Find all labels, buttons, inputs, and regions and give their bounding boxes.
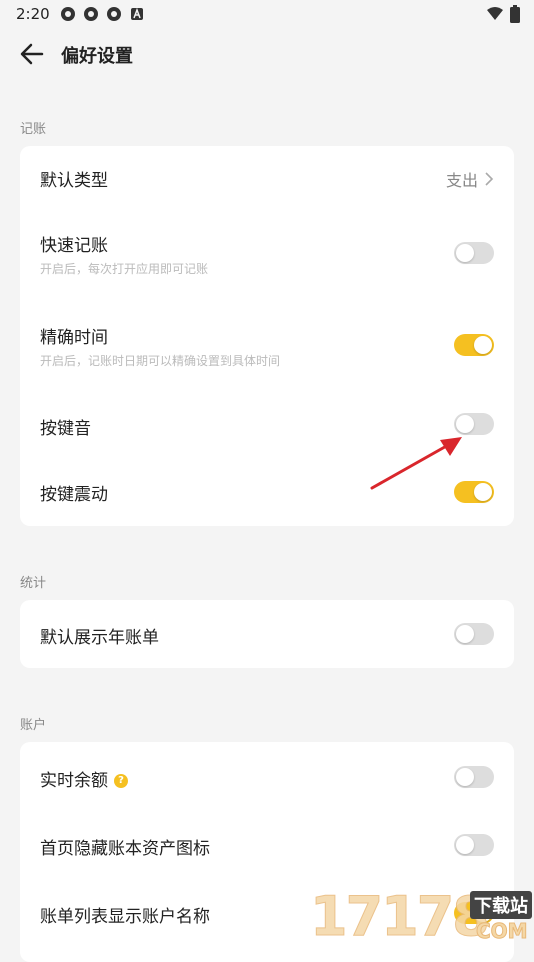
row-title: 账单列表显示账户名称 bbox=[40, 907, 210, 927]
statistics-card: 默认展示年账单 bbox=[20, 600, 514, 668]
toggle-knob bbox=[474, 336, 492, 354]
precise-time-toggle[interactable] bbox=[454, 334, 494, 356]
watermark-number: 17178 bbox=[310, 885, 491, 949]
hide-asset-icon-toggle[interactable] bbox=[454, 834, 494, 856]
status-bar: 2:20 bbox=[0, 0, 534, 28]
chevron-right-icon bbox=[485, 172, 494, 186]
realtime-balance-label: 实时余额 bbox=[40, 771, 108, 791]
realtime-balance-row: 实时余额? bbox=[20, 742, 514, 810]
row-title: 按键音 bbox=[40, 419, 91, 439]
section-label-statistics: 统计 bbox=[20, 576, 47, 591]
page-title: 偏好设置 bbox=[61, 46, 133, 67]
realtime-balance-toggle[interactable] bbox=[454, 766, 494, 788]
row-title: 快速记账 bbox=[40, 236, 108, 256]
quick-record-row: 快速记账 开启后，每次打开应用即可记账 bbox=[20, 208, 514, 300]
battery-icon bbox=[510, 5, 520, 23]
row-subtitle: 开启后，每次打开应用即可记账 bbox=[40, 262, 209, 276]
row-title: 精确时间 bbox=[40, 328, 108, 348]
default-type-value: 支出 bbox=[446, 167, 494, 191]
app-a-icon bbox=[131, 7, 143, 20]
toggle-knob bbox=[474, 483, 492, 501]
toggle-knob bbox=[456, 836, 474, 854]
row-title: 按键震动 bbox=[40, 485, 108, 505]
notification-icon bbox=[84, 7, 98, 21]
status-time: 2:20 bbox=[16, 5, 50, 23]
annotation-arrow bbox=[370, 437, 462, 490]
section-label-bookkeeping: 记账 bbox=[20, 122, 47, 137]
toggle-knob bbox=[456, 244, 474, 262]
app-bar: 偏好设置 bbox=[0, 28, 534, 80]
wifi-icon bbox=[487, 7, 503, 20]
help-icon[interactable]: ? bbox=[114, 774, 128, 788]
section-label-account: 账户 bbox=[20, 718, 47, 733]
row-subtitle: 开启后，记账时日期可以精确设置到具体时间 bbox=[40, 354, 281, 368]
toggle-knob bbox=[456, 768, 474, 786]
default-year-bill-toggle[interactable] bbox=[454, 623, 494, 645]
watermark-site: 下载站 bbox=[470, 891, 532, 919]
toggle-knob bbox=[456, 625, 474, 643]
default-year-bill-row: 默认展示年账单 bbox=[20, 600, 514, 668]
row-title: 首页隐藏账本资产图标 bbox=[40, 839, 210, 859]
row-title: 默认展示年账单 bbox=[40, 628, 159, 648]
notification-icon bbox=[61, 7, 75, 21]
precise-time-row: 精确时间 开启后，记账时日期可以精确设置到具体时间 bbox=[20, 300, 514, 392]
watermark: 17178 下载站 COM bbox=[310, 885, 534, 950]
row-title: 默认类型 bbox=[40, 171, 108, 191]
default-type-value-text: 支出 bbox=[445, 171, 478, 190]
back-arrow-icon[interactable] bbox=[18, 40, 46, 68]
row-title: 实时余额? bbox=[40, 766, 128, 791]
notification-icon bbox=[107, 7, 121, 21]
hide-asset-icon-row: 首页隐藏账本资产图标 bbox=[20, 810, 514, 878]
default-type-row[interactable]: 默认类型 支出 bbox=[20, 146, 514, 208]
watermark-domain: COM bbox=[476, 919, 529, 944]
quick-record-toggle[interactable] bbox=[454, 242, 494, 264]
